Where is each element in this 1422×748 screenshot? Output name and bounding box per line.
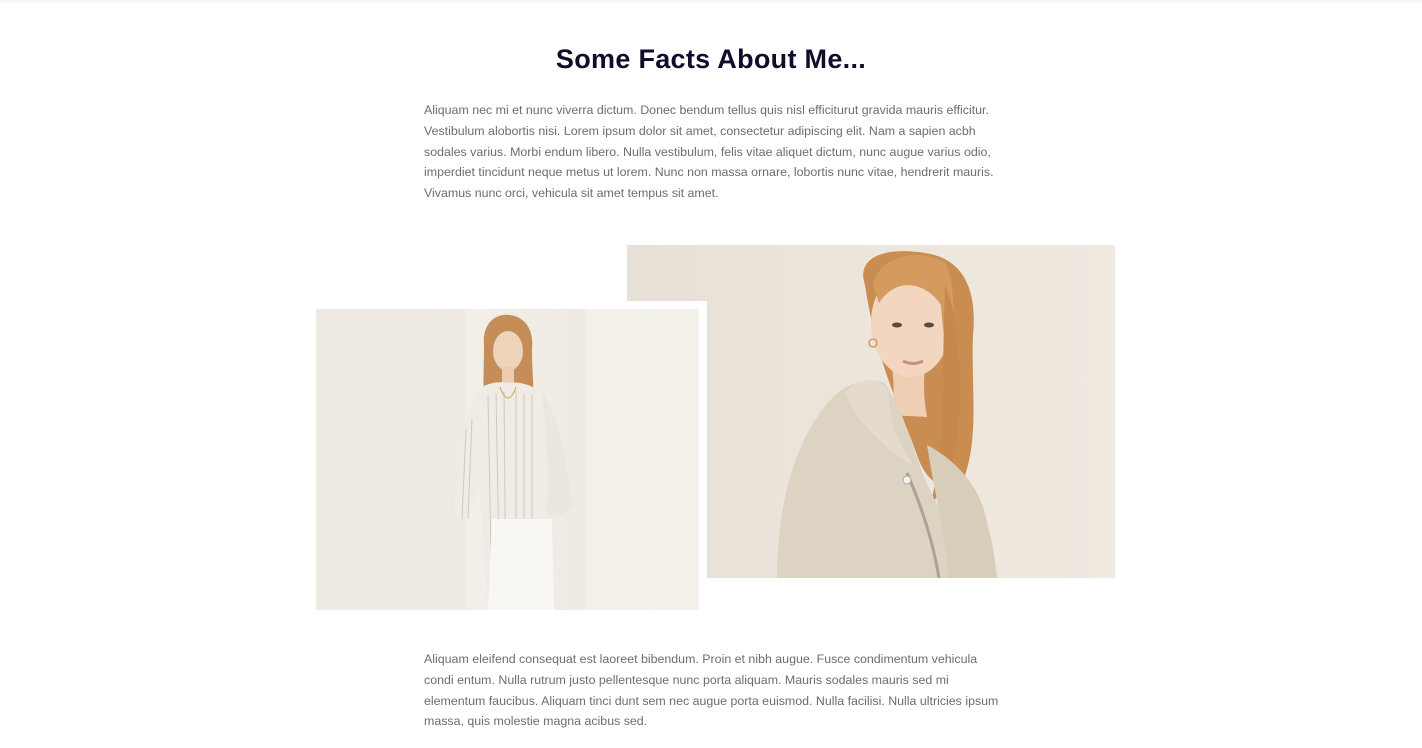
header-divider	[0, 0, 1422, 3]
photo-striped-shirt-illustration	[316, 309, 699, 610]
outro-paragraph: Aliquam eleifend consequat est laoreet b…	[424, 652, 999, 729]
intro-paragraph: Aliquam nec mi et nunc viverra dictum. D…	[424, 103, 994, 201]
section-title: Some Facts About Me...	[555, 44, 867, 74]
photo-striped-shirt	[316, 309, 699, 610]
